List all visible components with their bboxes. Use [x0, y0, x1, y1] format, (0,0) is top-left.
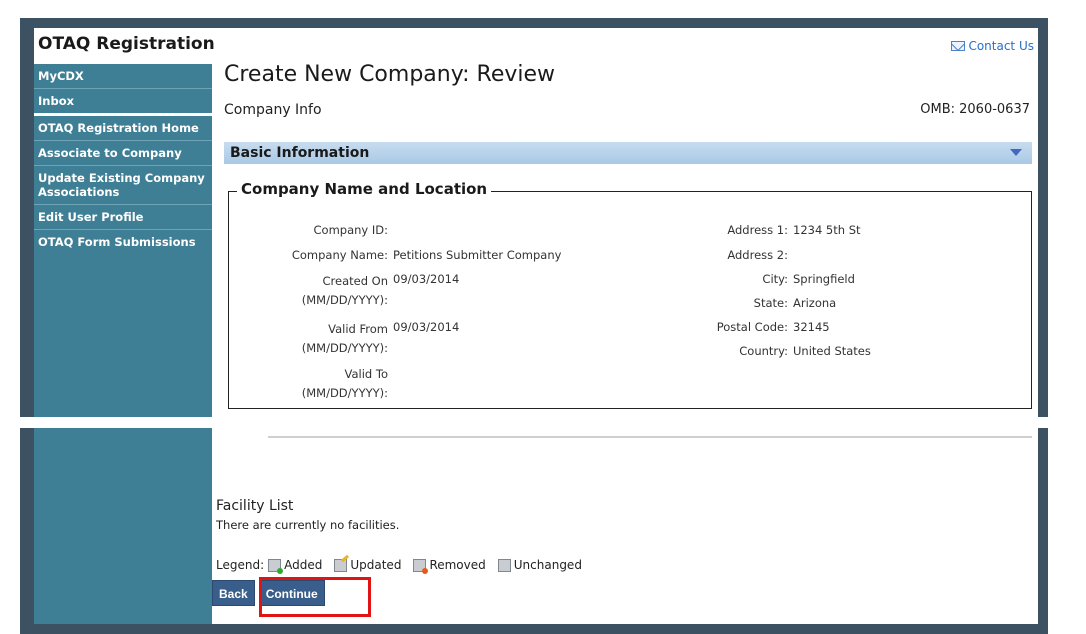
app-title: OTAQ Registration [34, 28, 220, 64]
field-label: Postal Code: [716, 320, 788, 334]
field-value: 1234 5th St [793, 223, 861, 237]
legend-item-added: Added [268, 558, 323, 574]
valid-to-row: Valid To (MM/DD/YYYY): [229, 365, 629, 400]
field-value: 32145 [793, 320, 830, 334]
top-panel: OTAQ Registration Contact Us MyCDX Inbox… [20, 18, 1048, 417]
window-frame-top [20, 18, 1048, 28]
city-row: City: Springfield [629, 272, 1029, 288]
sidebar-item-inbox[interactable]: Inbox [34, 89, 212, 116]
no-facilities-message: There are currently no facilities. [216, 518, 400, 532]
company-name-location-fieldset: Company Name and Location Company ID: Co… [228, 180, 1032, 409]
field-value: Springfield [793, 272, 855, 286]
created-on-row: Created On (MM/DD/YYYY): 09/03/2014 [229, 272, 629, 307]
building-removed-icon [413, 558, 429, 574]
field-label: Valid From (MM/DD/YYYY): [248, 320, 388, 358]
field-label: State: [753, 296, 788, 310]
sidebar-item-otaq-registration-home[interactable]: OTAQ Registration Home [34, 116, 212, 141]
legend-item-unchanged: Unchanged [497, 558, 582, 572]
sidebar-item-update-company-associations[interactable]: Update Existing Company Associations [34, 166, 212, 205]
window-frame-right [1038, 428, 1048, 634]
sidebar-item-edit-user-profile[interactable]: Edit User Profile [34, 205, 212, 230]
legend-item-label: Updated [350, 558, 402, 572]
building-added-icon [268, 558, 284, 574]
mail-icon [951, 41, 966, 51]
address2-row: Address 2: [629, 248, 1029, 264]
main-content-top: Create New Company: Review Company Info … [212, 62, 1038, 417]
window-frame-right [1038, 18, 1048, 417]
building-updated-icon [334, 558, 348, 572]
field-label: Company ID: [313, 223, 389, 237]
field-label: Created On (MM/DD/YYYY): [248, 272, 388, 310]
field-label: City: [762, 272, 788, 286]
window-frame-bottom [20, 624, 1048, 634]
contact-us-label: Contact Us [968, 39, 1034, 53]
field-label: Valid To (MM/DD/YYYY): [248, 365, 388, 403]
sidebar-item-associate-to-company[interactable]: Associate to Company [34, 141, 212, 166]
facility-legend: Legend: Added Updated Removed Unchanged [216, 558, 590, 574]
field-label: Address 1: [727, 223, 788, 237]
valid-from-row: Valid From (MM/DD/YYYY): 09/03/2014 [229, 320, 629, 355]
field-label-line: (MM/DD/YYYY): [301, 386, 388, 400]
page-title: Create New Company: Review [224, 62, 556, 87]
field-value: 09/03/2014 [393, 320, 460, 334]
field-value: Petitions Submitter Company [393, 248, 562, 262]
legend-label: Legend: [216, 558, 265, 572]
field-value: Arizona [793, 296, 837, 310]
address1-row: Address 1: 1234 5th St [629, 223, 1029, 239]
building-unchanged-icon [497, 558, 511, 572]
sidebar-continuation [34, 428, 212, 624]
contact-us-link[interactable]: Contact Us [951, 39, 1034, 53]
bottom-panel: Facility List There are currently no fac… [20, 428, 1048, 634]
divider [268, 436, 1032, 438]
company-name-row: Company Name: Petitions Submitter Compan… [229, 248, 629, 264]
legend-item-label: Added [284, 558, 323, 572]
basic-information-bar[interactable]: Basic Information [224, 142, 1032, 164]
basic-information-label: Basic Information [230, 145, 370, 161]
legend-item-updated: Updated [334, 558, 401, 572]
field-label-line: (MM/DD/YYYY): [301, 341, 388, 355]
window-frame-left [20, 18, 34, 417]
field-label: Company Name: [291, 248, 388, 262]
field-label-line: Valid To [344, 367, 388, 381]
section-subtitle: Company Info [224, 102, 322, 118]
postal-code-row: Postal Code: 32145 [629, 320, 1029, 336]
collapse-triangle-icon[interactable] [1010, 149, 1022, 156]
company-id-row: Company ID: [229, 223, 629, 239]
sidebar-item-otaq-form-submissions[interactable]: OTAQ Form Submissions [34, 230, 212, 254]
legend-item-label: Unchanged [513, 558, 582, 572]
facility-list-title: Facility List [216, 498, 294, 514]
field-label-line: Created On [322, 274, 388, 288]
fieldset-title: Company Name and Location [237, 180, 492, 198]
top-header: OTAQ Registration Contact Us [34, 28, 1038, 64]
continue-button[interactable]: Continue [258, 580, 325, 606]
action-buttons: Back Continue [212, 580, 325, 606]
field-value: United States [793, 344, 871, 358]
field-label-line: Valid From [328, 322, 388, 336]
main-content-bottom: Facility List There are currently no fac… [212, 428, 1038, 624]
field-value: 09/03/2014 [393, 272, 460, 286]
sidebar-item-mycdx[interactable]: MyCDX [34, 64, 212, 89]
omb-number: OMB: 2060-0637 [920, 102, 1030, 117]
country-row: Country: United States [629, 344, 1029, 360]
state-row: State: Arizona [629, 296, 1029, 312]
sidebar: MyCDX Inbox OTAQ Registration Home Assoc… [34, 64, 212, 417]
legend-item-label: Removed [429, 558, 486, 572]
field-label: Country: [739, 344, 788, 358]
field-label: Address 2: [727, 248, 788, 262]
legend-item-removed: Removed [413, 558, 486, 574]
back-button[interactable]: Back [212, 580, 255, 606]
field-label-line: (MM/DD/YYYY): [301, 293, 388, 307]
window-frame-left [20, 428, 34, 634]
